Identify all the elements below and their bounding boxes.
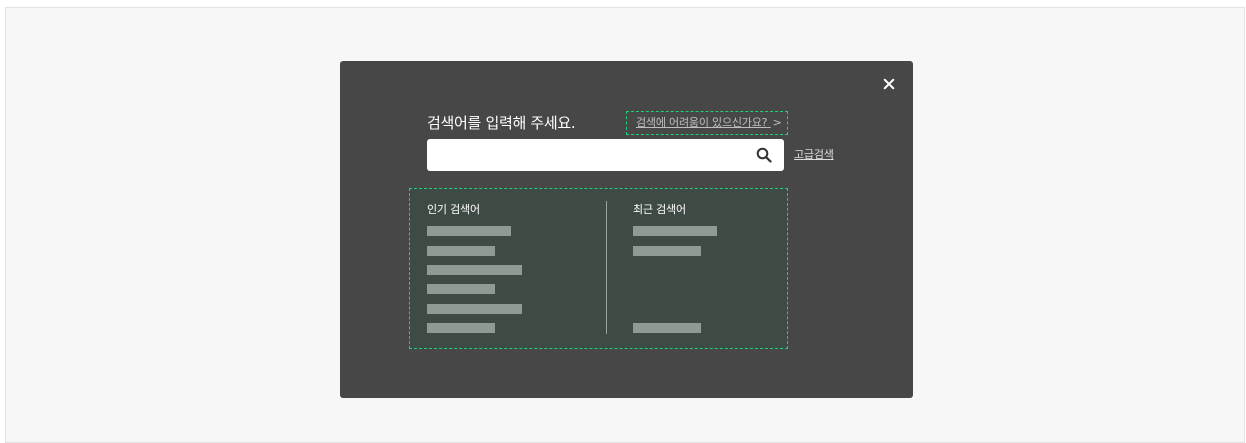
popular-keywords-title: 인기 검색어	[427, 203, 480, 216]
search-help-link[interactable]: 검색에 어려움이 있으신가요? >	[626, 111, 788, 135]
recent-keywords-title: 최근 검색어	[633, 203, 686, 216]
recent-keyword-item[interactable]	[633, 246, 701, 256]
search-modal: 검색어를 입력해 주세요. 검색에 어려움이 있으신가요? > 고급검색 인기 …	[340, 61, 913, 398]
search-icon[interactable]	[756, 147, 772, 163]
search-title: 검색어를 입력해 주세요.	[427, 114, 576, 132]
popular-keyword-item[interactable]	[427, 265, 522, 275]
popular-keyword-item[interactable]	[427, 304, 522, 314]
popular-keyword-item[interactable]	[427, 323, 495, 333]
search-help-label: 검색에 어려움이 있으신가요?	[636, 116, 768, 129]
chevron-right-icon: >	[772, 116, 782, 129]
recent-keyword-item[interactable]	[633, 226, 717, 236]
popular-keyword-item[interactable]	[427, 246, 495, 256]
popular-keyword-item[interactable]	[427, 284, 495, 294]
search-input[interactable]	[437, 139, 741, 173]
keywords-panel: 인기 검색어 최근 검색어	[409, 188, 788, 349]
column-divider	[606, 201, 607, 334]
popular-keyword-item[interactable]	[427, 226, 511, 236]
close-icon[interactable]	[881, 76, 897, 92]
advanced-search-link[interactable]: 고급검색	[794, 146, 834, 162]
search-box	[427, 139, 784, 173]
recent-keyword-item[interactable]	[633, 323, 701, 333]
